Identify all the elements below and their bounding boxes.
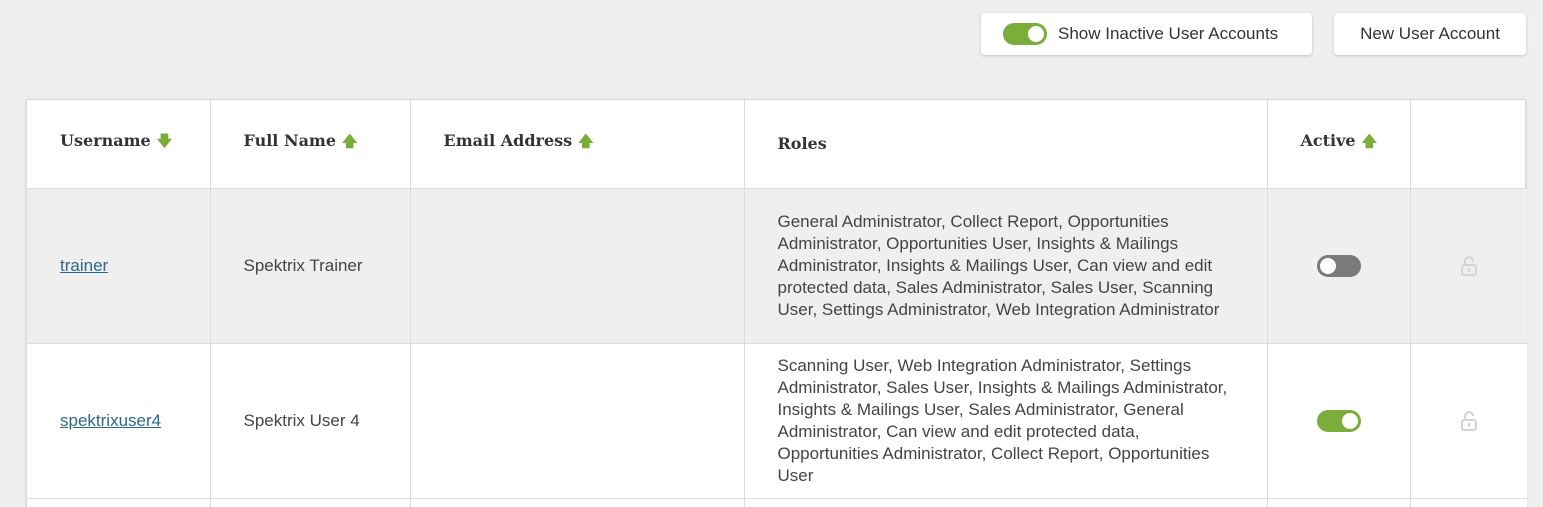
unlock-icon[interactable]: [1460, 410, 1478, 432]
full-name-cell: Spektrix Trainer: [210, 188, 411, 344]
column-header-active[interactable]: Active 🡅: [1267, 100, 1411, 189]
username-cell: trainer: [27, 188, 211, 344]
active-cell: [1267, 188, 1411, 344]
column-header-full-name[interactable]: Full Name 🡅: [210, 100, 411, 189]
column-header-username[interactable]: Username 🡇: [27, 100, 211, 189]
email-cell: [410, 343, 745, 499]
roles-cell: General Administrator, Collect Report, O…: [744, 188, 1268, 344]
toggle-knob: [1341, 412, 1358, 429]
active-toggle[interactable]: [1316, 409, 1361, 432]
table-header-row: Username 🡇 Full Name 🡅 Email Address 🡅 Role…: [27, 100, 1527, 189]
table-row: [27, 498, 1527, 507]
sort-desc-icon: 🡇: [156, 132, 173, 151]
unlock-icon[interactable]: [1460, 255, 1478, 277]
full-name-cell: Spektrix User 4: [210, 343, 411, 499]
column-header-email[interactable]: Email Address 🡅: [410, 100, 745, 189]
show-inactive-accounts-button[interactable]: Show Inactive User Accounts: [981, 13, 1312, 55]
active-cell: [1267, 343, 1411, 499]
column-header-roles: Roles: [744, 100, 1268, 189]
sort-asc-icon: 🡅: [342, 132, 358, 151]
column-header-actions: [1410, 100, 1527, 189]
show-inactive-label: Show Inactive User Accounts: [1058, 24, 1279, 43]
email-cell: [410, 188, 745, 344]
users-table: Username 🡇 Full Name 🡅 Email Address 🡅 Role…: [26, 99, 1527, 507]
toggle-knob: [1028, 26, 1044, 42]
username-cell: spektrixuser4: [27, 343, 211, 499]
toolbar: Show Inactive User Accounts New User Acc…: [981, 13, 1526, 55]
roles-cell: Scanning User, Web Integration Administr…: [744, 343, 1268, 499]
table-row: spektrixuser4 Spektrix User 4 Scanning U…: [27, 343, 1527, 499]
sort-asc-icon: 🡅: [578, 132, 594, 151]
username-link[interactable]: trainer: [60, 256, 108, 275]
username-link[interactable]: spektrixuser4: [60, 411, 161, 430]
new-user-account-button[interactable]: New User Account: [1334, 13, 1526, 55]
show-inactive-toggle[interactable]: [1003, 23, 1047, 45]
active-toggle[interactable]: [1316, 254, 1361, 277]
sort-asc-icon: 🡅: [1361, 132, 1378, 151]
lock-cell: [1410, 188, 1527, 344]
toggle-knob: [1319, 257, 1336, 274]
table-row: trainer Spektrix Trainer General Adminis…: [27, 188, 1527, 344]
lock-cell: [1410, 343, 1527, 499]
